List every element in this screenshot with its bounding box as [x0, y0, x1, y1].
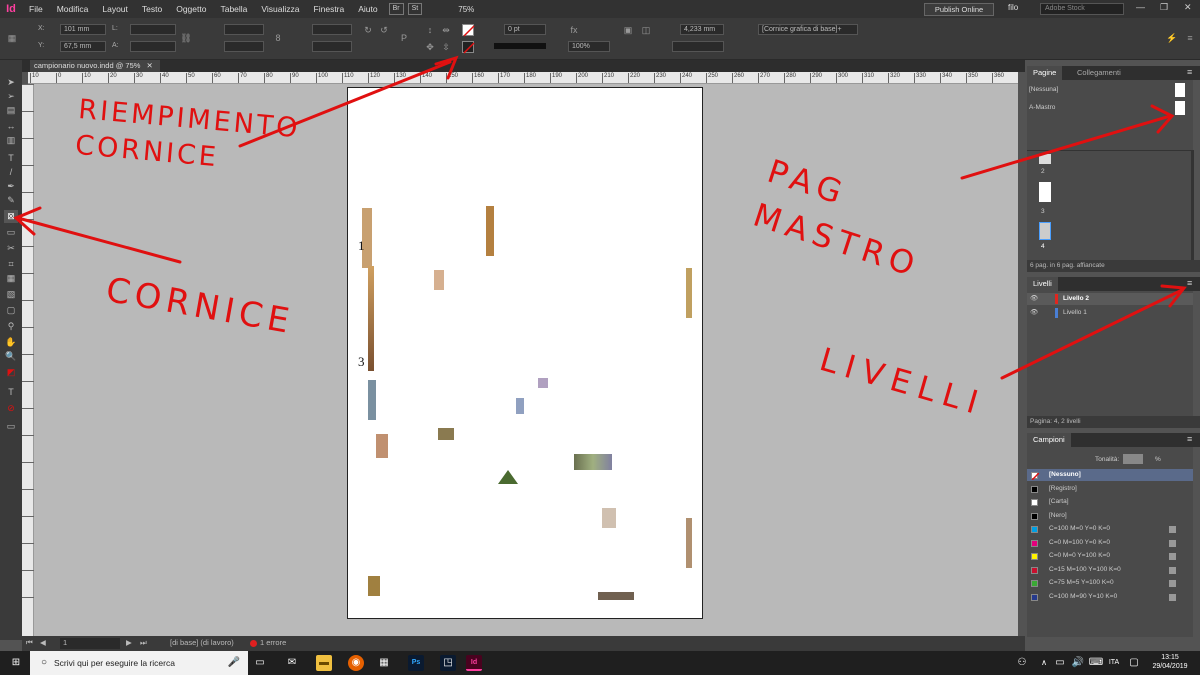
arrow-layers-line	[1000, 288, 1184, 380]
mail-icon[interactable]: ✉	[284, 655, 300, 671]
task-view-icon[interactable]: ▭	[252, 655, 268, 671]
clock[interactable]: 13:15 29/04/2019	[1148, 653, 1192, 671]
firefox-icon[interactable]: ◉	[348, 655, 364, 671]
microphone-icon[interactable]: 🎤	[226, 655, 242, 671]
tray-up-icon[interactable]: ∧	[1036, 655, 1052, 671]
arrow-master-line	[960, 114, 1172, 180]
arrow-frame-line	[16, 216, 182, 264]
annotation-arrows	[13, 55, 1187, 380]
windows-start-icon[interactable]: ⊞	[8, 655, 24, 671]
notifications-icon[interactable]: ▢	[1126, 655, 1142, 671]
indesign-taskbar-icon[interactable]: Id	[466, 655, 482, 671]
taskbar-search-input[interactable]: Scrivi qui per eseguire la ricerca	[30, 651, 248, 675]
clock-date: 29/04/2019	[1152, 663, 1188, 670]
clock-time: 13:15	[1161, 654, 1179, 661]
search-icon: ○	[40, 657, 48, 668]
photoshop-icon[interactable]: Ps	[408, 655, 424, 671]
people-icon[interactable]: ⚇	[1014, 655, 1030, 671]
network-icon[interactable]: ▭	[1052, 655, 1068, 671]
volume-icon[interactable]: 🔊	[1070, 655, 1086, 671]
language-icon[interactable]: ITA	[1106, 655, 1122, 671]
unknown-app-icon[interactable]: ◳	[440, 655, 456, 671]
file-explorer-icon[interactable]: ▬	[316, 655, 332, 671]
keyboard-icon[interactable]: ⌨	[1088, 655, 1104, 671]
calculator-icon[interactable]: ▦	[376, 655, 392, 671]
